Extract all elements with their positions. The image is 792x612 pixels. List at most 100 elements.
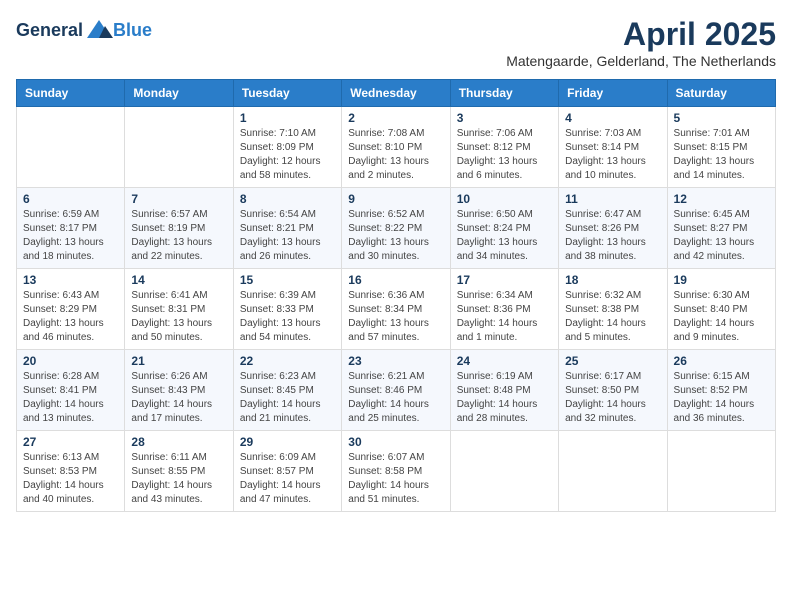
day-number: 6 — [23, 192, 118, 206]
calendar-cell: 14 Sunrise: 6:41 AM Sunset: 8:31 PM Dayli… — [125, 269, 233, 350]
calendar: SundayMondayTuesdayWednesdayThursdayFrid… — [16, 79, 776, 512]
calendar-cell: 2Sunrise: 7:08 AM Sunset: 8:10 PM Daylig… — [342, 107, 450, 188]
day-info: Sunrise: 7:08 AM Sunset: 8:10 PM Dayligh… — [348, 127, 443, 183]
title-area: April 2025 Matengaarde, Gelderland, The … — [506, 16, 776, 69]
day-info: Sunrise: 6:36 AM Sunset: 8:34 PM Dayligh… — [348, 289, 443, 345]
calendar-cell — [667, 431, 775, 512]
calendar-cell: 6 Sunrise: 6:59 AM Sunset: 8:17 PM Daylig… — [17, 188, 125, 269]
week-row-3: 13 Sunrise: 6:43 AM Sunset: 8:29 PM Dayli… — [17, 269, 776, 350]
day-info: Sunrise: 6:32 AM Sunset: 8:38 PM Dayligh… — [565, 289, 660, 345]
day-info: Sunrise: 6:59 AM Sunset: 8:17 PM Dayligh… — [23, 208, 118, 264]
day-info: Sunrise: 6:39 AM Sunset: 8:33 PM Dayligh… — [240, 289, 335, 345]
calendar-cell: 3 Sunrise: 7:06 AM Sunset: 8:12 PM Daylig… — [450, 107, 558, 188]
day-number: 22 — [240, 354, 335, 368]
day-info: Sunrise: 6:30 AM Sunset: 8:40 PM Dayligh… — [674, 289, 769, 345]
day-number: 28 — [131, 435, 226, 449]
day-number: 21 — [131, 354, 226, 368]
day-info: Sunrise: 6:09 AM Sunset: 8:57 PM Dayligh… — [240, 451, 335, 507]
day-info: Sunrise: 6:15 AM Sunset: 8:52 PM Dayligh… — [674, 370, 769, 426]
day-info: Sunrise: 6:21 AM Sunset: 8:46 PM Dayligh… — [348, 370, 443, 426]
day-info: Sunrise: 6:13 AM Sunset: 8:53 PM Dayligh… — [23, 451, 118, 507]
day-info: Sunrise: 6:07 AM Sunset: 8:58 PM Dayligh… — [348, 451, 443, 507]
day-number: 26 — [674, 354, 769, 368]
weekday-header-monday: Monday — [125, 80, 233, 107]
day-number: 25 — [565, 354, 660, 368]
week-row-4: 20Sunrise: 6:28 AM Sunset: 8:41 PM Dayli… — [17, 350, 776, 431]
weekday-header-tuesday: Tuesday — [233, 80, 341, 107]
day-number: 19 — [674, 273, 769, 287]
calendar-cell: 11Sunrise: 6:47 AM Sunset: 8:26 PM Dayli… — [559, 188, 667, 269]
calendar-cell: 17 Sunrise: 6:34 AM Sunset: 8:36 PM Dayli… — [450, 269, 558, 350]
day-number: 10 — [457, 192, 552, 206]
day-number: 27 — [23, 435, 118, 449]
day-number: 5 — [674, 111, 769, 125]
calendar-cell: 26 Sunrise: 6:15 AM Sunset: 8:52 PM Dayli… — [667, 350, 775, 431]
day-number: 23 — [348, 354, 443, 368]
day-number: 16 — [348, 273, 443, 287]
day-info: Sunrise: 6:54 AM Sunset: 8:21 PM Dayligh… — [240, 208, 335, 264]
calendar-cell — [125, 107, 233, 188]
day-info: Sunrise: 6:34 AM Sunset: 8:36 PM Dayligh… — [457, 289, 552, 345]
day-info: Sunrise: 7:06 AM Sunset: 8:12 PM Dayligh… — [457, 127, 552, 183]
day-number: 11 — [565, 192, 660, 206]
day-info: Sunrise: 7:01 AM Sunset: 8:15 PM Dayligh… — [674, 127, 769, 183]
day-number: 29 — [240, 435, 335, 449]
weekday-header-saturday: Saturday — [667, 80, 775, 107]
day-number: 14 — [131, 273, 226, 287]
calendar-cell: 1 Sunrise: 7:10 AM Sunset: 8:09 PM Daylig… — [233, 107, 341, 188]
day-number: 20 — [23, 354, 118, 368]
day-number: 7 — [131, 192, 226, 206]
day-number: 15 — [240, 273, 335, 287]
calendar-cell: 7 Sunrise: 6:57 AM Sunset: 8:19 PM Daylig… — [125, 188, 233, 269]
day-number: 12 — [674, 192, 769, 206]
day-info: Sunrise: 6:26 AM Sunset: 8:43 PM Dayligh… — [131, 370, 226, 426]
day-info: Sunrise: 6:41 AM Sunset: 8:31 PM Dayligh… — [131, 289, 226, 345]
day-info: Sunrise: 6:45 AM Sunset: 8:27 PM Dayligh… — [674, 208, 769, 264]
location-title: Matengaarde, Gelderland, The Netherlands — [506, 53, 776, 69]
calendar-cell: 28 Sunrise: 6:11 AM Sunset: 8:55 PM Dayli… — [125, 431, 233, 512]
day-info: Sunrise: 6:11 AM Sunset: 8:55 PM Dayligh… — [131, 451, 226, 507]
day-number: 18 — [565, 273, 660, 287]
calendar-cell: 5 Sunrise: 7:01 AM Sunset: 8:15 PM Daylig… — [667, 107, 775, 188]
calendar-cell: 20Sunrise: 6:28 AM Sunset: 8:41 PM Dayli… — [17, 350, 125, 431]
weekday-header-row: SundayMondayTuesdayWednesdayThursdayFrid… — [17, 80, 776, 107]
day-info: Sunrise: 6:50 AM Sunset: 8:24 PM Dayligh… — [457, 208, 552, 264]
calendar-cell: 30 Sunrise: 6:07 AM Sunset: 8:58 PM Dayli… — [342, 431, 450, 512]
day-number: 30 — [348, 435, 443, 449]
calendar-cell — [17, 107, 125, 188]
week-row-2: 6 Sunrise: 6:59 AM Sunset: 8:17 PM Daylig… — [17, 188, 776, 269]
day-info: Sunrise: 6:57 AM Sunset: 8:19 PM Dayligh… — [131, 208, 226, 264]
day-number: 13 — [23, 273, 118, 287]
calendar-cell: 22Sunrise: 6:23 AM Sunset: 8:45 PM Dayli… — [233, 350, 341, 431]
weekday-header-sunday: Sunday — [17, 80, 125, 107]
calendar-cell: 10 Sunrise: 6:50 AM Sunset: 8:24 PM Dayli… — [450, 188, 558, 269]
calendar-cell: 15 Sunrise: 6:39 AM Sunset: 8:33 PM Dayli… — [233, 269, 341, 350]
day-number: 1 — [240, 111, 335, 125]
calendar-cell: 19 Sunrise: 6:30 AM Sunset: 8:40 PM Dayli… — [667, 269, 775, 350]
week-row-5: 27 Sunrise: 6:13 AM Sunset: 8:53 PM Dayli… — [17, 431, 776, 512]
month-title: April 2025 — [506, 16, 776, 53]
weekday-header-wednesday: Wednesday — [342, 80, 450, 107]
day-info: Sunrise: 7:10 AM Sunset: 8:09 PM Dayligh… — [240, 127, 335, 183]
day-info: Sunrise: 6:17 AM Sunset: 8:50 PM Dayligh… — [565, 370, 660, 426]
calendar-cell: 27 Sunrise: 6:13 AM Sunset: 8:53 PM Dayli… — [17, 431, 125, 512]
day-info: Sunrise: 7:03 AM Sunset: 8:14 PM Dayligh… — [565, 127, 660, 183]
calendar-cell: 18 Sunrise: 6:32 AM Sunset: 8:38 PM Dayli… — [559, 269, 667, 350]
weekday-header-thursday: Thursday — [450, 80, 558, 107]
calendar-cell — [559, 431, 667, 512]
calendar-cell: 8Sunrise: 6:54 AM Sunset: 8:21 PM Daylig… — [233, 188, 341, 269]
calendar-cell: 9 Sunrise: 6:52 AM Sunset: 8:22 PM Daylig… — [342, 188, 450, 269]
calendar-cell: 16 Sunrise: 6:36 AM Sunset: 8:34 PM Dayli… — [342, 269, 450, 350]
day-number: 9 — [348, 192, 443, 206]
day-info: Sunrise: 6:43 AM Sunset: 8:29 PM Dayligh… — [23, 289, 118, 345]
day-info: Sunrise: 6:52 AM Sunset: 8:22 PM Dayligh… — [348, 208, 443, 264]
calendar-cell: 23 Sunrise: 6:21 AM Sunset: 8:46 PM Dayli… — [342, 350, 450, 431]
calendar-cell: 4Sunrise: 7:03 AM Sunset: 8:14 PM Daylig… — [559, 107, 667, 188]
day-number: 24 — [457, 354, 552, 368]
weekday-header-friday: Friday — [559, 80, 667, 107]
calendar-cell: 13 Sunrise: 6:43 AM Sunset: 8:29 PM Dayli… — [17, 269, 125, 350]
day-number: 3 — [457, 111, 552, 125]
calendar-cell: 21 Sunrise: 6:26 AM Sunset: 8:43 PM Dayli… — [125, 350, 233, 431]
calendar-cell: 25 Sunrise: 6:17 AM Sunset: 8:50 PM Dayli… — [559, 350, 667, 431]
day-number: 17 — [457, 273, 552, 287]
